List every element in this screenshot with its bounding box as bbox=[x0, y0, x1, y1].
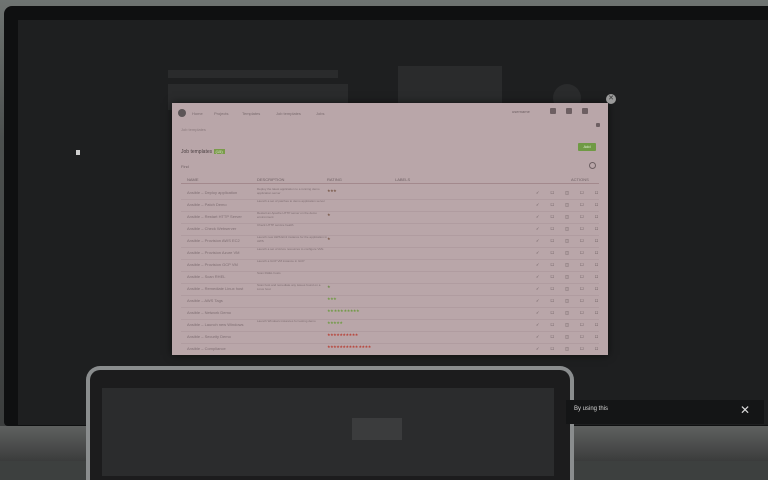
row-action-icons[interactable]: ✓ ☐ ◫ ☐ ☐ bbox=[536, 262, 598, 267]
page-heading-shadow bbox=[168, 70, 338, 78]
laptop-display bbox=[102, 388, 554, 476]
rating-stars: ★★★★★★★★★★ bbox=[327, 332, 358, 337]
th-actions: ACTIONS bbox=[571, 177, 589, 182]
row-action-icons[interactable]: ✓ ☐ ◫ ☐ ☐ bbox=[536, 310, 598, 315]
template-name-link[interactable]: Ansible – Remediate Linux host bbox=[187, 286, 247, 291]
cookie-text: By using this bbox=[574, 406, 609, 412]
close-icon[interactable]: ✕ bbox=[740, 403, 750, 417]
rating-stars: ★★★ bbox=[327, 188, 337, 193]
cookie-banner: By using this ✕ bbox=[566, 400, 764, 424]
row-action-icons[interactable]: ✓ ☐ ◫ ☐ ☐ bbox=[536, 346, 598, 351]
th-description[interactable]: DESCRIPTION bbox=[257, 177, 284, 182]
rating-stars: ★★★★★ bbox=[327, 320, 343, 325]
nav-item-templates[interactable]: Templates bbox=[242, 111, 260, 116]
search-input[interactable]: Find bbox=[181, 164, 189, 169]
th-name[interactable]: NAME bbox=[187, 177, 199, 182]
app-logo-icon[interactable] bbox=[178, 109, 186, 117]
template-name-link[interactable]: Ansible – Compliance bbox=[187, 346, 247, 351]
rating-stars: ★★★★★★★★★★ ★★★★ bbox=[327, 344, 371, 349]
template-description: Launch a GCP VM instance in GCP bbox=[257, 259, 305, 263]
add-button[interactable]: Add bbox=[578, 143, 596, 151]
row-action-icons[interactable]: ✓ ☐ ◫ ☐ ☐ bbox=[536, 334, 598, 339]
row-action-icons[interactable]: ✓ ☐ ◫ ☐ ☐ bbox=[536, 214, 598, 219]
template-description: Launch Windows instances for testing dem… bbox=[257, 319, 316, 323]
th-labels: LABELS bbox=[395, 177, 411, 182]
template-description: Launch new AWS EC2 instance for the appl… bbox=[257, 235, 327, 243]
laptop-screen bbox=[86, 366, 574, 480]
row-action-icons[interactable]: ✓ ☐ ◫ ☐ ☐ bbox=[536, 190, 598, 195]
rating-stars: ★ bbox=[327, 236, 331, 241]
template-description: Launch a set of Azure resources to confi… bbox=[257, 247, 324, 251]
template-description: Check HTTP service health bbox=[257, 223, 294, 227]
rating-stars: ★★ ★★★ ★★★★★ bbox=[327, 308, 360, 313]
mouse-cursor bbox=[76, 150, 80, 155]
template-name-link[interactable]: Ansible – Scan RHEL bbox=[187, 274, 247, 279]
user-menu[interactable]: username bbox=[512, 109, 530, 114]
settings-icon[interactable] bbox=[550, 108, 556, 114]
search-icon[interactable] bbox=[589, 162, 596, 169]
job-templates-modal: Home Projects Templates Job templates Jo… bbox=[172, 103, 608, 355]
info-icon[interactable] bbox=[596, 123, 600, 127]
nav-item-projects[interactable]: Projects bbox=[214, 111, 228, 116]
template-name-link[interactable]: Ansible – Check Webserver bbox=[187, 226, 247, 231]
template-description: Deploy the latest application to a runni… bbox=[257, 187, 320, 195]
laptop-window bbox=[352, 418, 402, 440]
row-action-icons[interactable]: ✓ ☐ ◫ ☐ ☐ bbox=[536, 202, 598, 207]
nav-item-jobs[interactable]: Jobs bbox=[316, 111, 324, 116]
th-rating: RATING bbox=[327, 177, 342, 182]
page-title-text: Job templates bbox=[181, 149, 213, 155]
template-description: Scan host and remediate any issues found… bbox=[257, 283, 321, 291]
template-name-link[interactable]: Ansible – Launch new Windows bbox=[187, 322, 247, 327]
rating-stars: ★★★ bbox=[327, 296, 337, 301]
template-name-link[interactable]: Ansible – AWS Tags bbox=[187, 298, 247, 303]
top-nav: Home Projects Templates Job templates Jo… bbox=[172, 103, 608, 127]
subtitle: Job templates bbox=[181, 127, 206, 132]
count-badge: (15) bbox=[213, 149, 225, 154]
rating-stars: ★ bbox=[327, 284, 331, 289]
table-row[interactable]: Ansible – Compliance ★★★★★★★★★★ ★★★★ ✓ ☐ ◫… bbox=[181, 343, 599, 355]
page-title: Job templates (15) bbox=[181, 149, 225, 155]
row-action-icons[interactable]: ✓ ☐ ◫ ☐ ☐ bbox=[536, 274, 598, 279]
template-name-link[interactable]: Ansible – Restart HTTP Server bbox=[187, 214, 247, 219]
help-icon[interactable] bbox=[582, 108, 588, 114]
template-name-link[interactable]: Ansible – Deploy application bbox=[187, 190, 247, 195]
row-action-icons[interactable]: ✓ ☐ ◫ ☐ ☐ bbox=[536, 298, 598, 303]
table-header: NAME DESCRIPTION RATING LABELS ACTIONS bbox=[181, 177, 599, 184]
nav-item-job-templates[interactable]: Job templates bbox=[276, 111, 301, 116]
row-action-icons[interactable]: ✓ ☐ ◫ ☐ ☐ bbox=[536, 226, 598, 231]
template-name-link[interactable]: Ansible – Patch Demo bbox=[187, 202, 247, 207]
template-name-link[interactable]: Ansible – Provision GCP VM bbox=[187, 262, 247, 267]
template-description: Launch a set of patches to demo applicat… bbox=[257, 199, 325, 203]
row-action-icons[interactable]: ✓ ☐ ◫ ☐ ☐ bbox=[536, 322, 598, 327]
row-action-icons[interactable]: ✓ ☐ ◫ ☐ ☐ bbox=[536, 238, 598, 243]
row-action-icons[interactable]: ✓ ☐ ◫ ☐ ☐ bbox=[536, 286, 598, 291]
notifications-icon[interactable] bbox=[566, 108, 572, 114]
template-description: Scan RHEL hosts bbox=[257, 271, 281, 275]
modal-close-button[interactable]: ✕ bbox=[606, 94, 616, 104]
template-name-link[interactable]: Ansible – Provision AWS EC2 bbox=[187, 238, 247, 243]
rating-stars: ★ bbox=[327, 212, 331, 217]
template-name-link[interactable]: Ansible – Network Demo bbox=[187, 310, 247, 315]
nav-item-home[interactable]: Home bbox=[192, 111, 203, 116]
row-action-icons[interactable]: ✓ ☐ ◫ ☐ ☐ bbox=[536, 250, 598, 255]
template-description: Restart an Apache HTTP server on the dem… bbox=[257, 211, 317, 219]
template-name-link[interactable]: Ansible – Security Demo bbox=[187, 334, 247, 339]
template-name-link[interactable]: Ansible – Provision Azure VM bbox=[187, 250, 247, 255]
